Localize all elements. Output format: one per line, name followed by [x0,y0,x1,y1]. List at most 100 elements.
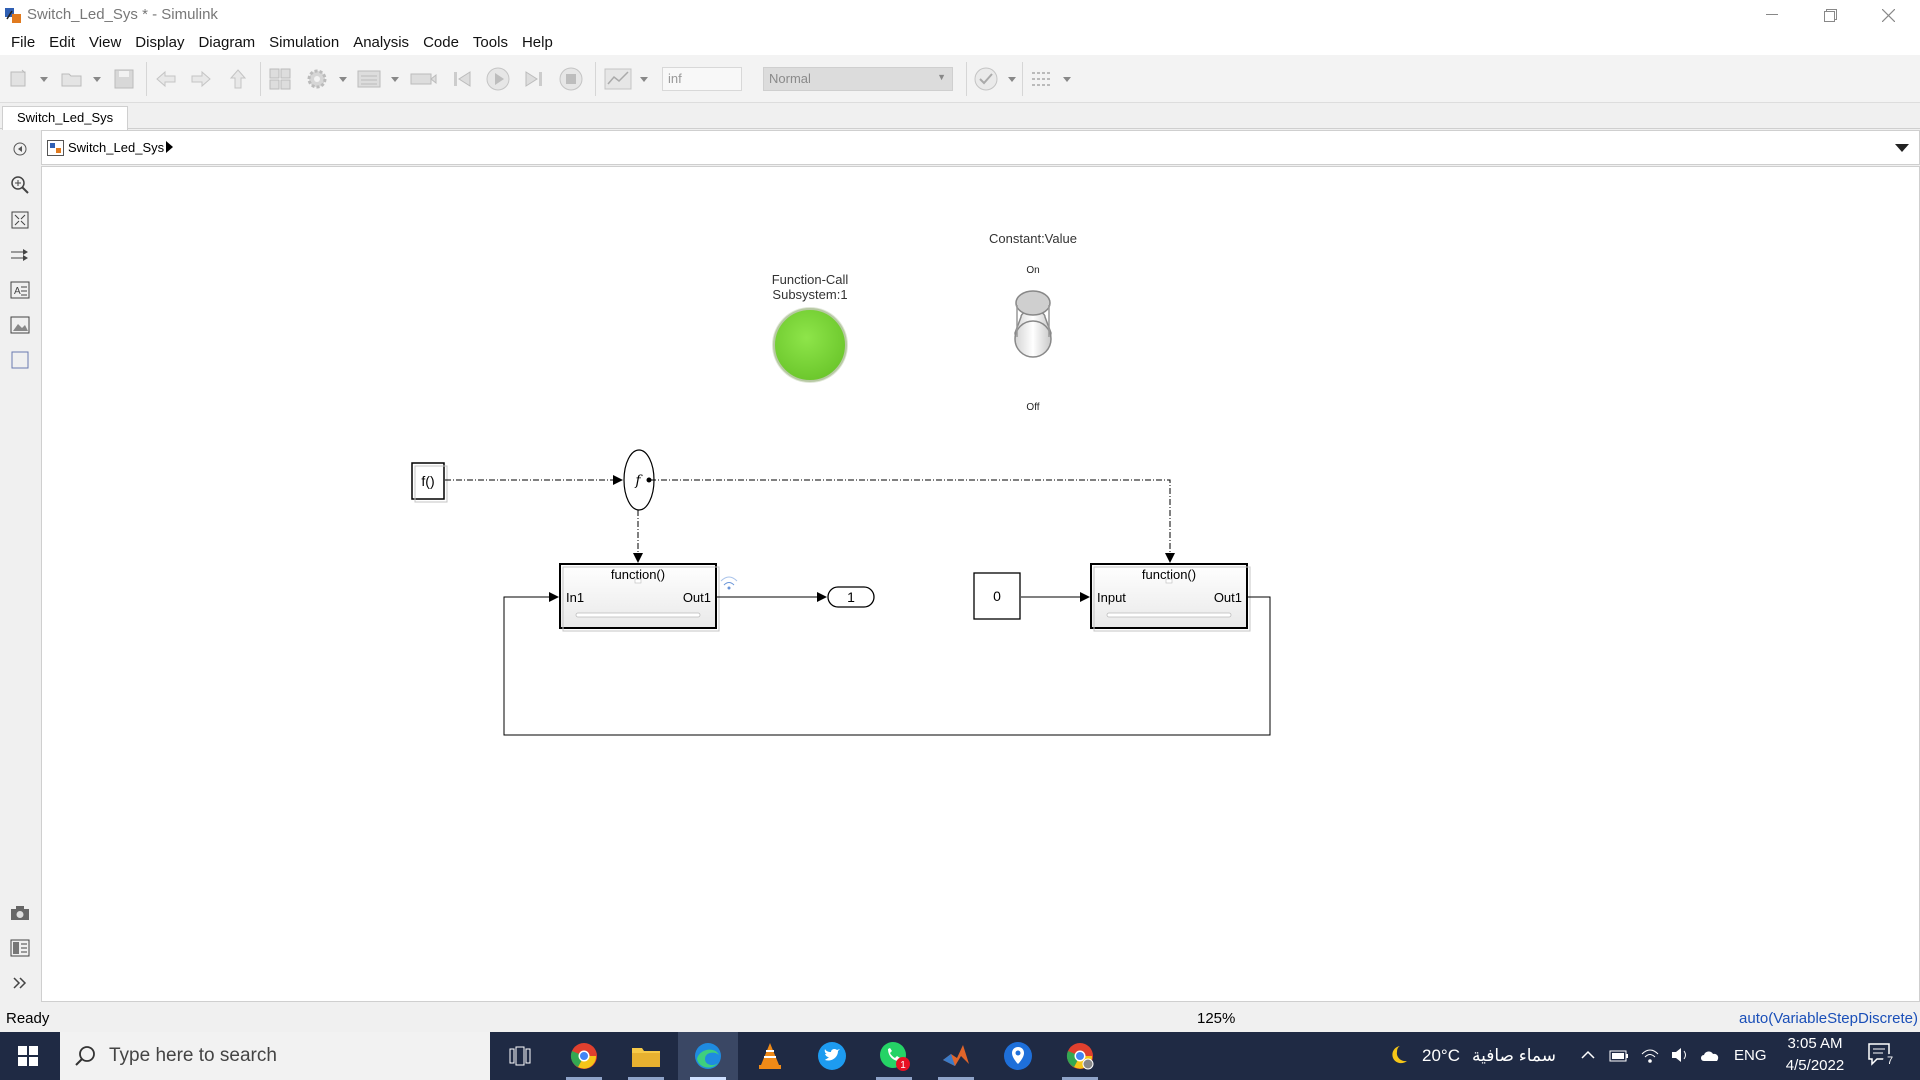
taskbar-chrome[interactable] [554,1032,614,1080]
menu-display[interactable]: Display [128,34,191,51]
chevron-double-right-icon[interactable] [9,972,31,994]
open-button[interactable] [58,65,86,93]
hide-explorer-icon[interactable] [9,138,31,160]
menu-bar: File Edit View Display Diagram Simulatio… [0,30,1920,55]
breadcrumb-item[interactable]: Switch_Led_Sys [68,140,164,155]
menu-edit[interactable]: Edit [42,34,82,51]
taskbar-chrome-profile[interactable] [1050,1032,1110,1080]
check-icon[interactable] [972,65,1000,93]
toggle-switch-lever [1015,290,1051,316]
arrow-right-icon[interactable] [9,244,31,266]
taskbar-whatsapp[interactable]: 1 [864,1032,924,1080]
taskbar-matlab[interactable] [926,1032,986,1080]
block-diagram: Function-Call Subsystem:1 Constant:Value… [411,231,1271,736]
chevron-down-icon[interactable] [1060,65,1074,93]
back-button[interactable] [152,65,180,93]
forward-button[interactable] [187,65,215,93]
fit-to-view-icon[interactable] [9,209,31,231]
taskbar-edge[interactable] [678,1032,738,1080]
taskbar-maps[interactable] [988,1032,1048,1080]
notification-center-button[interactable]: 7 [1867,1042,1897,1070]
outport-block[interactable]: 1 [827,586,875,608]
menu-simulation[interactable]: Simulation [262,34,346,51]
wifi-icon[interactable] [1640,1046,1660,1064]
function-call-split-block[interactable]: f [623,449,655,511]
chevron-up-icon[interactable] [1581,1050,1595,1060]
task-view-icon [509,1046,531,1066]
new-model-button[interactable] [6,65,34,93]
stop-button[interactable] [557,65,585,93]
library-browser-button[interactable] [266,65,294,93]
notification-count: 7 [1883,1054,1897,1068]
weather-temperature[interactable]: 20°C [1422,1046,1460,1066]
step-back-button[interactable] [449,65,475,93]
taskbar-vlc[interactable] [740,1032,800,1080]
in-port-label: In1 [566,590,584,605]
taskbar-file-explorer[interactable] [616,1032,676,1080]
taskbar-search[interactable]: Type here to search [60,1032,490,1080]
task-view-button[interactable] [490,1032,550,1080]
function-call-generator-block[interactable]: f() [411,462,448,503]
menu-view[interactable]: View [82,34,128,51]
chevron-down-icon[interactable] [1005,65,1019,93]
close-button[interactable] [1859,0,1917,30]
toggle-switch-block[interactable]: Constant:Value On Off [989,231,1077,413]
switch-off-label: Off [1026,402,1039,413]
start-button[interactable] [0,1032,56,1080]
clock-time[interactable]: 3:05 AM [1783,1035,1847,1052]
step-forward-button[interactable] [521,65,547,93]
save-button[interactable] [110,65,138,93]
language-indicator[interactable]: ENG [1734,1047,1767,1064]
chevron-right-icon[interactable] [166,141,173,153]
lamp-block[interactable]: Function-Call Subsystem:1 [772,272,849,383]
chevron-down-icon[interactable] [90,65,104,93]
simulation-mode-select[interactable]: Normal ▼ [763,67,953,91]
model-icon [47,140,64,156]
moon-icon [1392,1046,1407,1064]
data-inspector-button[interactable] [603,65,633,93]
gear-icon[interactable] [303,65,331,93]
clock-date[interactable]: 4/5/2022 [1781,1057,1849,1074]
record-button[interactable] [408,65,438,93]
volume-icon[interactable] [1670,1047,1690,1063]
annotation-icon[interactable]: A [9,279,31,301]
build-button[interactable] [1028,65,1056,93]
tab-switch-led-sys[interactable]: Switch_Led_Sys [2,106,129,130]
menu-help[interactable]: Help [515,34,560,51]
menu-analysis[interactable]: Analysis [346,34,416,51]
chevron-down-icon[interactable] [637,65,651,93]
chevron-down-icon[interactable] [336,65,350,93]
signal-logging-icon[interactable] [720,576,738,590]
chevron-down-icon[interactable] [1895,144,1909,152]
menu-code[interactable]: Code [416,34,466,51]
battery-icon[interactable] [1609,1049,1629,1063]
function-call-subsystem-2[interactable]: function() Input Out1 [1090,563,1251,632]
menu-file[interactable]: File [4,34,42,51]
taskbar-twitter[interactable] [802,1032,862,1080]
constant-value: 0 [993,588,1001,604]
onedrive-cloud-icon[interactable] [1699,1048,1721,1062]
constant-block[interactable]: 0 [973,572,1021,620]
menu-diagram[interactable]: Diagram [191,34,262,51]
in-port-label: Input [1097,590,1126,605]
zoom-icon[interactable] [9,174,31,196]
chevron-down-icon[interactable] [37,65,51,93]
camera-icon[interactable] [9,902,31,924]
run-button[interactable] [484,65,512,93]
model-canvas[interactable]: Function-Call Subsystem:1 Constant:Value… [41,166,1920,1002]
restore-button[interactable] [1801,0,1859,30]
model-browser-icon[interactable] [9,937,31,959]
minimize-button[interactable] [1743,0,1801,30]
chevron-down-icon[interactable] [388,65,402,93]
image-icon[interactable] [9,314,31,336]
stop-time-field[interactable]: inf [662,67,742,91]
svg-text:A: A [14,286,21,297]
menu-tools[interactable]: Tools [466,34,515,51]
model-explorer-button[interactable] [355,65,383,93]
function-call-subsystem-1[interactable]: function() In1 Out1 [559,563,720,632]
windows-icon [18,1046,38,1066]
solver-link[interactable]: auto(VariableStepDiscrete) [1739,1010,1918,1027]
weather-description[interactable]: سماء صافية [1472,1046,1556,1066]
area-icon[interactable] [9,349,31,371]
up-button[interactable] [224,65,252,93]
